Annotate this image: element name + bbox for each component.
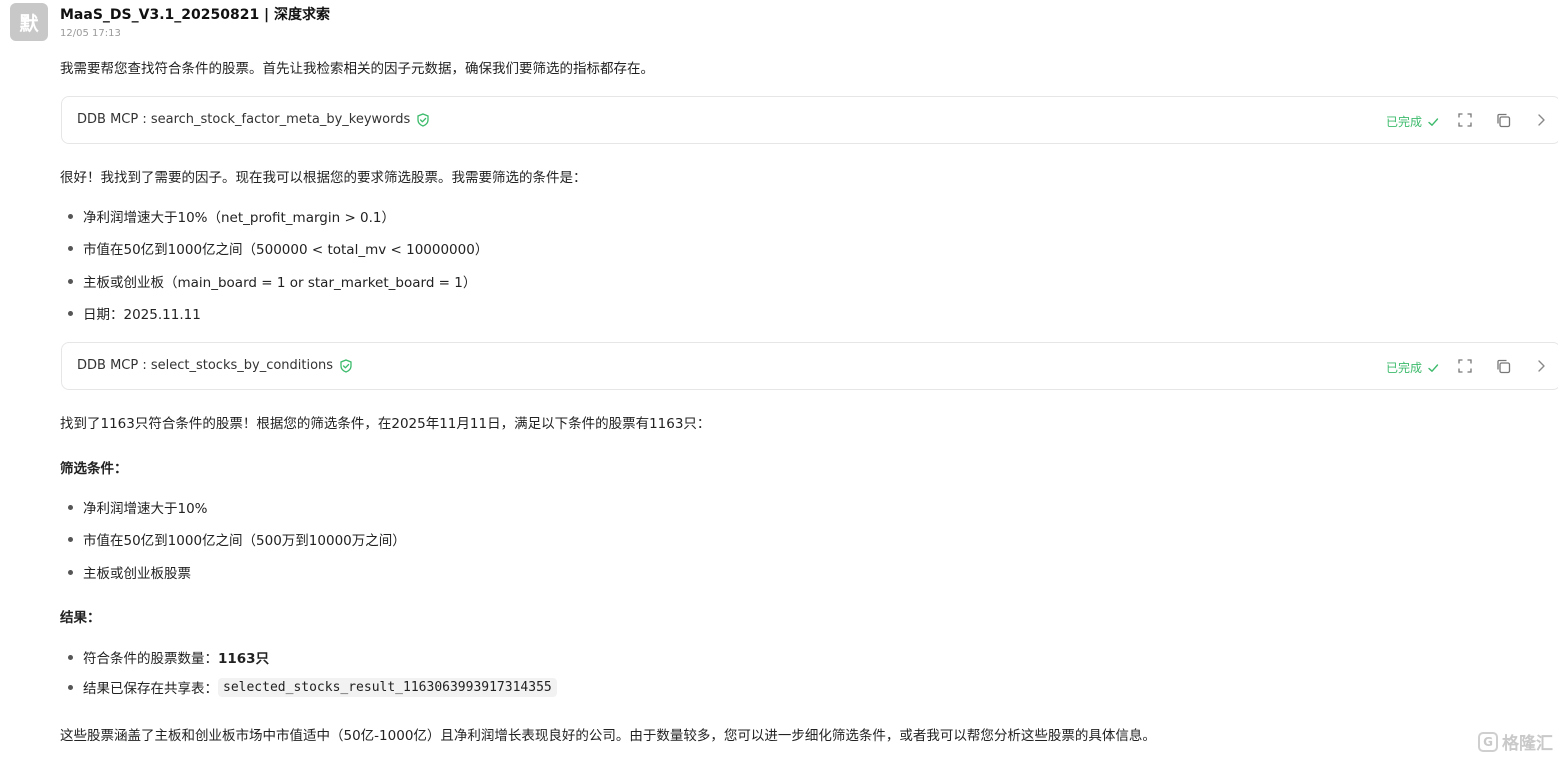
list-item: 净利润增速大于10%（net_profit_margin > 0.1） (68, 206, 395, 226)
bullet-dot (68, 684, 73, 690)
filter-text: 市值在50亿到1000亿之间（500万到10000万之间） (83, 533, 406, 549)
result-count-label: 符合条件的股票数量： (83, 651, 218, 667)
tool-call-label: DDB MCP : search_stock_factor_meta_by_ke… (77, 112, 411, 127)
watermark-logo-icon: G (1478, 731, 1498, 752)
bullet-dot (68, 504, 73, 510)
list-item: 市值在50亿到1000亿之间（500万到10000万之间） (68, 529, 406, 549)
list-item: 净利润增速大于10% (68, 497, 208, 517)
bullet-dot (68, 245, 73, 251)
expand-icon[interactable] (1457, 112, 1473, 128)
list-item: 符合条件的股票数量： 1163只 (68, 647, 269, 667)
list-item: 结果已保存在共享表： selected_stocks_result_116306… (68, 677, 557, 697)
result-saved-label: 结果已保存在共享表： (83, 681, 218, 697)
intro-text: 我需要帮您查找符合条件的股票。首先让我检索相关的因子元数据，确保我们要筛选的指标… (60, 61, 654, 77)
condition-text: 主板或创业板（main_board = 1 or star_market_boa… (83, 275, 477, 291)
filter-text: 主板或创业板股票 (83, 566, 191, 582)
copy-icon[interactable] (1495, 358, 1511, 374)
sender-name: MaaS_DS_V3.1_20250821 | 深度求索 (60, 7, 331, 23)
bullet-dot (68, 654, 73, 660)
watermark: G 格隆汇 (1478, 729, 1553, 754)
check-icon (1427, 116, 1439, 128)
chat-message: 默 MaaS_DS_V3.1_20250821 | 深度求索 12/05 17:… (0, 0, 1558, 757)
condition-text: 净利润增速大于10%（net_profit_margin > 0.1） (83, 210, 396, 226)
message-timestamp: 12/05 17:13 (60, 28, 121, 39)
filter-heading: 筛选条件： (60, 461, 128, 477)
list-item: 主板或创业板股票 (68, 562, 191, 582)
tool-call-label: DDB MCP : select_stocks_by_conditions (77, 358, 334, 373)
list-item: 日期：2025.11.11 (68, 303, 201, 323)
result-intro-text: 找到了1163只符合条件的股票！根据您的筛选条件，在2025年11月11日，满足… (60, 416, 711, 432)
bullet-dot (68, 536, 73, 542)
tool-status: 已完成 (1386, 113, 1439, 130)
chevron-right-icon[interactable] (1533, 112, 1549, 128)
tool-call-card[interactable]: DDB MCP : search_stock_factor_meta_by_ke… (61, 96, 1558, 144)
bullet-dot (68, 310, 73, 316)
list-item: 主板或创业板（main_board = 1 or star_market_boa… (68, 271, 476, 291)
tool-status: 已完成 (1386, 359, 1439, 376)
check-icon (1427, 362, 1439, 374)
filter-text: 净利润增速大于10% (83, 501, 208, 517)
avatar[interactable]: 默 (10, 3, 48, 41)
shield-check-icon (416, 112, 430, 127)
chevron-right-icon[interactable] (1533, 358, 1549, 374)
result-heading: 结果： (60, 610, 101, 626)
expand-icon[interactable] (1457, 358, 1473, 374)
tool-call-title: DDB MCP : search_stock_factor_meta_by_ke… (77, 112, 430, 127)
shared-table-name[interactable]: selected_stocks_result_11630639939173143… (218, 677, 557, 697)
bullet-dot (68, 569, 73, 575)
watermark-text: 格隆汇 (1502, 734, 1553, 754)
found-text: 很好！我找到了需要的因子。现在我可以根据您的要求筛选股票。我需要筛选的条件是： (60, 170, 587, 186)
condition-text: 日期：2025.11.11 (83, 307, 201, 323)
tool-call-card[interactable]: DDB MCP : select_stocks_by_conditions 已完… (61, 342, 1558, 390)
tool-status-label: 已完成 (1386, 361, 1423, 375)
list-item: 市值在50亿到1000亿之间（500000 < total_mv < 10000… (68, 238, 488, 258)
tool-call-title: DDB MCP : select_stocks_by_conditions (77, 358, 353, 373)
tool-status-label: 已完成 (1386, 115, 1423, 129)
copy-icon[interactable] (1495, 112, 1511, 128)
result-count-value: 1163只 (218, 651, 270, 667)
bullet-dot (68, 213, 73, 219)
conclusion-text: 这些股票涵盖了主板和创业板市场中市值适中（50亿-1000亿）且净利润增长表现良… (60, 728, 1156, 744)
shield-check-icon (339, 358, 353, 373)
bullet-dot (68, 278, 73, 284)
condition-text: 市值在50亿到1000亿之间（500000 < total_mv < 10000… (83, 242, 489, 258)
